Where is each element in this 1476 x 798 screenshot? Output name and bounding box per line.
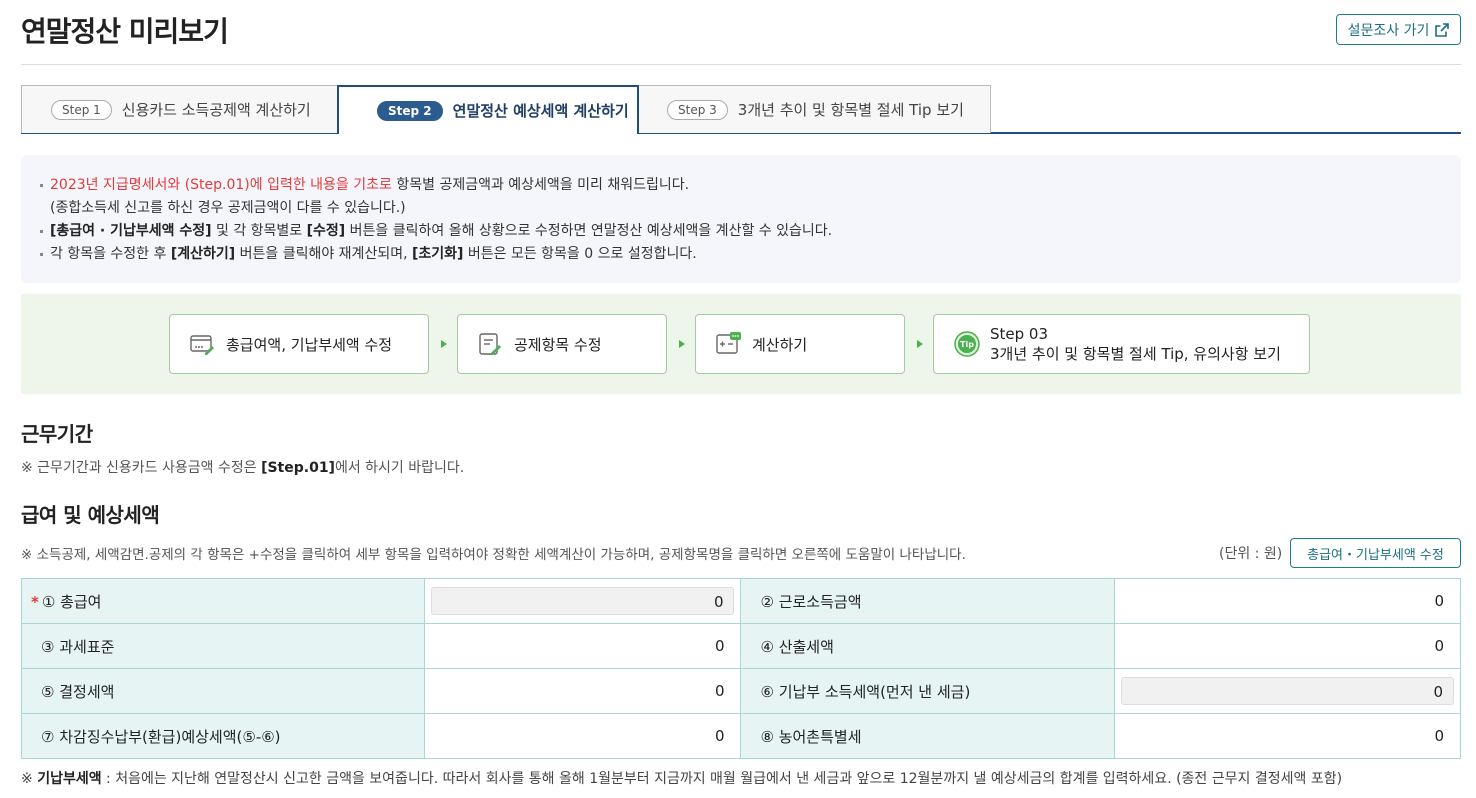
determined-tax-label[interactable]: ⑤ 결정세액	[21, 668, 425, 714]
prepaid-tax-label[interactable]: ⑥ 기납부 소득세액(먼저 낸 세금)	[740, 668, 1116, 714]
footnote-text: : 처음에는 지난해 연말정산시 신고한 금액을 보여줍니다. 따라서 회사를 …	[101, 771, 1343, 787]
flow-step-deduction-edit[interactable]: 공제항목 수정	[457, 314, 667, 374]
step-tabs: Step 1 신용카드 소득공제액 계산하기 Step 2 연말정산 예상세액 …	[21, 85, 1461, 134]
section-title-salary: 급여 및 예상세액	[21, 503, 160, 527]
notice-text: 버튼을 클릭해야 재계산되며,	[235, 246, 412, 262]
flow-arrow-icon	[679, 340, 685, 348]
table-row: ③ 과세표준 0 ④ 산출세액 0	[21, 623, 1461, 669]
earned-income-value: 0	[1114, 578, 1461, 624]
flow-arrow-icon	[441, 340, 447, 348]
flow-step-text: Step 03 3개년 추이 및 항목별 절세 Tip, 유의사항 보기	[990, 324, 1281, 364]
tab-label: 신용카드 소득공제액 계산하기	[121, 101, 311, 119]
notice-item: [총급여 · 기납부세액 수정] 및 각 항목별로 [수정] 버튼을 클릭하여 …	[39, 220, 1461, 243]
notice-item: 2023년 지급명세서와 (Step.01)에 입력한 내용을 기초로 항목별 …	[39, 174, 1461, 197]
prepaid-tax-cell: 0	[1114, 668, 1461, 714]
notice-item: 각 항목을 수정한 후 [계산하기] 버튼을 클릭해야 재계산되며, [초기화]…	[39, 243, 1461, 266]
notice-bold: [총급여 · 기납부세액 수정]	[50, 223, 212, 239]
notice-text: 버튼을 클릭하여 올해 상황으로 수정하면 연말정산 예상세액을 계산할 수 있…	[345, 223, 833, 239]
calculator-icon	[716, 332, 741, 354]
note-text: 에서 하시기 바랍니다.	[334, 460, 465, 476]
svg-text:Tip: Tip	[960, 340, 974, 349]
tax-base-value: 0	[423, 623, 742, 669]
survey-label: 설문조사 가기	[1347, 22, 1430, 39]
external-link-icon	[1435, 22, 1450, 37]
flow-step-label: 계산하기	[752, 335, 808, 354]
note-text: ※ 근무기간과 신용카드 사용금액 수정은	[21, 460, 262, 476]
table-row: ⑦ 차감징수납부(환급)예상세액(⑤-⑥) 0 ⑧ 농어촌특별세 0	[21, 713, 1461, 759]
salary-note: ※ 소득공제, 세액감면.공제의 각 항목은 +수정을 클릭하여 세부 항목을 …	[21, 547, 966, 563]
salary-edit-icon	[190, 335, 214, 355]
process-flow: 총급여액, 기납부세액 수정 공제항목 수정 계산하기 Tip Step 03 …	[21, 294, 1461, 394]
tab-label: 연말정산 예상세액 계산하기	[452, 102, 629, 120]
section-title-work-period: 근무기간	[21, 422, 93, 446]
note-bold: [Step.01]	[261, 460, 335, 476]
flow-step-label: 총급여액, 기납부세액 수정	[226, 335, 393, 354]
tax-base-label[interactable]: ③ 과세표준	[21, 623, 425, 669]
tip-icon: Tip	[954, 331, 980, 357]
tab-step1[interactable]: Step 1 신용카드 소득공제액 계산하기	[21, 85, 338, 133]
footnote-bold: 기납부세액	[37, 771, 102, 787]
notice-text: (종합소득세 신고를 하신 경우 공제금액이 다를 수 있습니다.)	[50, 200, 406, 216]
survey-button[interactable]: 설문조사 가기	[1336, 14, 1461, 45]
table-row: ⑤ 결정세액 0 ⑥ 기납부 소득세액(먼저 낸 세금) 0	[21, 668, 1461, 714]
tab-step-badge: Step 2	[377, 100, 443, 121]
determined-tax-value: 0	[423, 668, 742, 714]
tab-step-badge: Step 3	[667, 99, 728, 120]
tab-step2[interactable]: Step 2 연말정산 예상세액 계산하기	[337, 85, 639, 134]
total-salary-cell: 0	[423, 578, 742, 624]
flow-step-calculate[interactable]: 계산하기	[695, 314, 905, 374]
flow-step-tips[interactable]: Tip Step 03 3개년 추이 및 항목별 절세 Tip, 유의사항 보기	[933, 314, 1310, 374]
header-divider	[21, 64, 1461, 65]
calculated-tax-value: 0	[1114, 623, 1461, 669]
flow-step-title: Step 03	[990, 325, 1049, 343]
table-row: * ① 총급여 0 ② 근로소득금액 0	[21, 578, 1461, 624]
notice-highlight: 2023년 지급명세서와 (Step.01)에 입력한 내용을 기초로	[50, 177, 392, 193]
tab-label: 3개년 추이 및 항목별 절세 Tip 보기	[737, 101, 964, 119]
notice-text: 버튼은 모든 항목을 0 으로 설정합니다.	[463, 246, 697, 262]
rural-special-tax-label[interactable]: ⑧ 농어촌특별세	[740, 713, 1116, 759]
prepaid-tax-input[interactable]: 0	[1121, 677, 1454, 705]
notice-box: 2023년 지급명세서와 (Step.01)에 입력한 내용을 기초로 항목별 …	[21, 155, 1461, 283]
document-edit-icon	[479, 333, 501, 355]
notice-bold: [계산하기]	[170, 246, 236, 262]
work-period-note: ※ 근무기간과 신용카드 사용금액 수정은 [Step.01]에서 하시기 바랍…	[21, 457, 464, 477]
flow-step-label: 공제항목 수정	[514, 335, 602, 354]
total-salary-label[interactable]: * ① 총급여	[21, 578, 425, 624]
calculated-tax-label[interactable]: ④ 산출세액	[740, 623, 1116, 669]
edit-salary-button[interactable]: 총급여・기납부세액 수정	[1290, 538, 1461, 568]
tab-step3[interactable]: Step 3 3개년 추이 및 항목별 절세 Tip 보기	[638, 85, 991, 133]
tax-table: * ① 총급여 0 ② 근로소득금액 0 ③ 과세표준 0 ④ 산출세액 0 ⑤ …	[21, 578, 1461, 759]
expected-refund-value: 0	[423, 713, 742, 759]
total-salary-input[interactable]: 0	[430, 587, 735, 615]
notice-text: 및 각 항목별로	[211, 223, 307, 239]
expected-refund-label[interactable]: ⑦ 차감징수납부(환급)예상세액(⑤-⑥)	[21, 713, 425, 759]
flow-step-label: 3개년 추이 및 항목별 절세 Tip, 유의사항 보기	[990, 345, 1281, 363]
flow-step-salary-edit[interactable]: 총급여액, 기납부세액 수정	[169, 314, 429, 374]
rural-special-tax-value: 0	[1114, 713, 1461, 759]
page-title: 연말정산 미리보기	[21, 15, 229, 48]
prepaid-tax-footnote: ※ 기납부세액 : 처음에는 지난해 연말정산시 신고한 금액을 보여줍니다. …	[21, 768, 1342, 788]
flow-arrow-icon	[917, 340, 923, 348]
notice-text: 각 항목을 수정한 후	[50, 246, 171, 262]
notice-bold: [초기화]	[411, 246, 464, 262]
earned-income-label[interactable]: ② 근로소득금액	[740, 578, 1116, 624]
required-mark: *	[31, 592, 39, 611]
footnote-prefix: ※	[21, 771, 38, 787]
notice-item: (종합소득세 신고를 하신 경우 공제금액이 다를 수 있습니다.)	[39, 197, 1461, 220]
notice-text: 항목별 공제금액과 예상세액을 미리 채워드립니다.	[391, 177, 690, 193]
tab-step-badge: Step 1	[51, 99, 112, 120]
notice-bold: [수정]	[306, 223, 346, 239]
cell-label: ① 총급여	[41, 592, 102, 611]
unit-label: (단위 : 원)	[1219, 546, 1283, 562]
